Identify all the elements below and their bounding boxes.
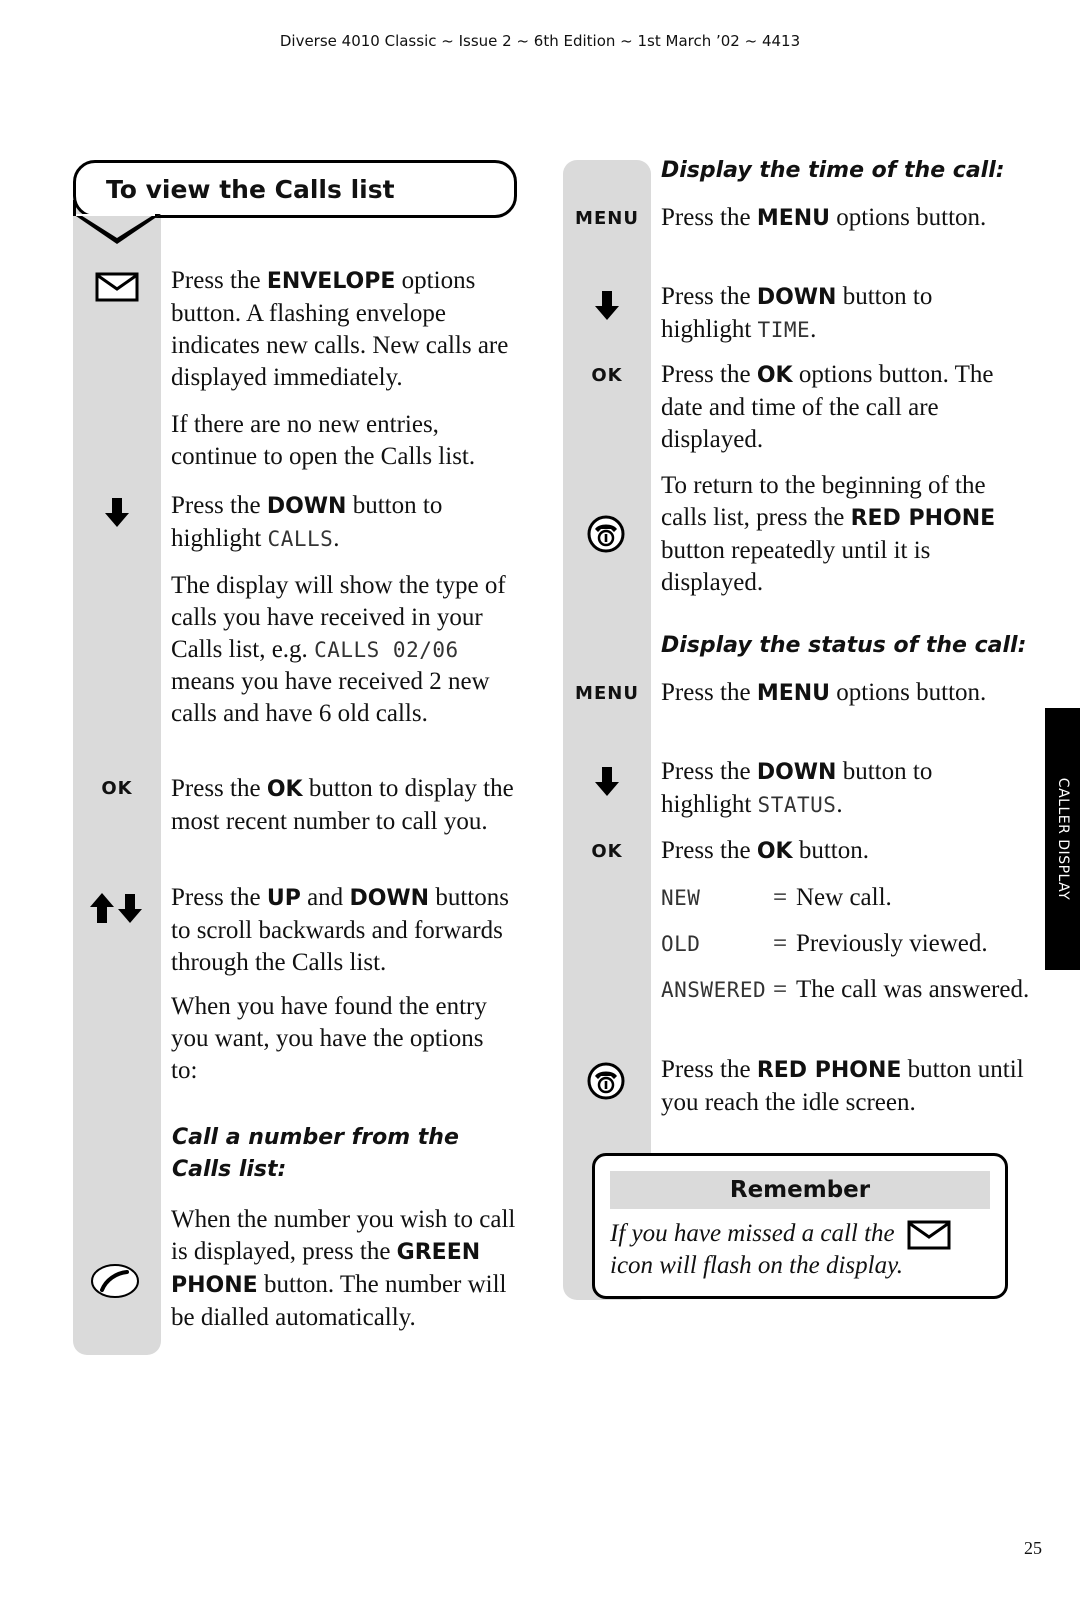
- page-header: Diverse 4010 Classic ~ Issue 2 ~ 6th Edi…: [279, 32, 801, 50]
- step-red-phone-idle: Press the RED PHONE button until you rea…: [661, 1056, 1024, 1116]
- subheading-status: Display the status of the call:: [661, 633, 1027, 658]
- page-number: 25: [1024, 1538, 1042, 1558]
- ok-label: OK: [591, 841, 623, 862]
- section-title: To view the Calls list: [106, 175, 395, 204]
- step-menu-time: Press the MENU options button.: [661, 204, 987, 231]
- step-display-type: The display will show the type of calls …: [171, 572, 506, 727]
- up-down-arrows-icon: [90, 893, 142, 923]
- step-green-phone: When the number you wish to call is disp…: [171, 1206, 516, 1331]
- subheading-time: Display the time of the call:: [661, 158, 1005, 183]
- menu-label: MENU: [575, 683, 639, 704]
- step-options-intro: When you have found the entry you want, …: [171, 993, 487, 1084]
- callout-left-edge: [73, 200, 76, 216]
- step-up-down: Press the UP and DOWN buttons to scroll …: [171, 884, 509, 976]
- section-side-tab[interactable]: CALLER DISPLAY: [1045, 708, 1080, 970]
- step-ok-status: Press the OK button.: [661, 837, 869, 864]
- green-phone-icon: [91, 1264, 139, 1298]
- side-tab-label: CALLER DISPLAY: [1054, 777, 1071, 901]
- right-icon-gutter: [563, 160, 651, 1300]
- subheading-call-number: Call a number from the Calls list:: [172, 1125, 459, 1182]
- ok-label: OK: [591, 365, 623, 386]
- remember-title: Remember: [610, 1171, 990, 1209]
- step-menu-status: Press the MENU options button.: [661, 679, 987, 706]
- step-down-time: Press the DOWN button to highlight TIME.: [661, 283, 933, 343]
- section-heading-callout: To view the Calls list: [73, 160, 517, 218]
- ok-label: OK: [101, 778, 133, 799]
- red-phone-icon: [587, 1062, 625, 1100]
- step-ok-display: Press the OK button to display the most …: [171, 775, 514, 835]
- red-phone-icon: [587, 515, 625, 553]
- remember-body: If you have missed a call the icon will …: [610, 1218, 990, 1282]
- step-envelope: Press the ENVELOPE options button. A fla…: [171, 267, 509, 391]
- step-ok-time: Press the OK options button. The date an…: [661, 361, 994, 453]
- down-arrow-icon: [595, 767, 619, 796]
- down-arrow-icon: [105, 498, 129, 527]
- envelope-icon: [907, 1220, 951, 1250]
- down-arrow-icon: [595, 291, 619, 320]
- step-down-calls: Press the DOWN button to highlight CALLS…: [171, 492, 443, 552]
- step-no-new-entries: If there are no new entries, continue to…: [171, 411, 476, 470]
- step-down-status: Press the DOWN button to highlight STATU…: [661, 758, 933, 818]
- envelope-icon: [95, 272, 139, 302]
- remember-box: Remember If you have missed a call the i…: [592, 1153, 1008, 1299]
- menu-label: MENU: [575, 208, 639, 229]
- step-red-phone-return: To return to the beginning of the calls …: [661, 472, 996, 596]
- callout-pointer: [73, 214, 161, 244]
